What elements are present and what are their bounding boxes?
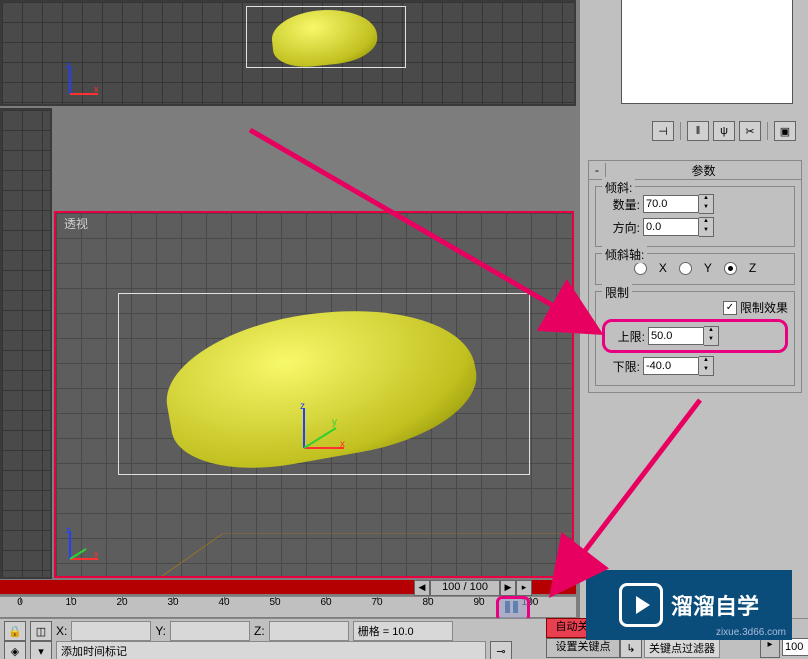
lower-input[interactable] (643, 357, 699, 375)
ruler-tick: 20 (107, 597, 137, 617)
coord-y-field[interactable] (170, 621, 250, 641)
dir-spinner[interactable]: ▲▼ (699, 217, 714, 237)
upper-spinner[interactable]: ▲▼ (704, 326, 719, 346)
coord-x-label: X: (56, 624, 67, 638)
watermark-url: zixue.3d66.com (716, 627, 786, 638)
ruler-tick: 70 (362, 597, 392, 617)
group-limit: 限制 ✓ 限制效果 上限: ▲▼ 下限: ▲▼ (595, 291, 795, 386)
upper-label: 上限: (607, 328, 645, 345)
coord-y-label: Y: (155, 624, 166, 638)
frame-counter: 100 / 100 (430, 580, 500, 596)
group-tilt: 倾斜: 数量: ▲▼ 方向: ▲▼ (595, 186, 795, 247)
tag-icon[interactable]: ◈ (4, 641, 26, 659)
lower-label: 下限: (602, 358, 640, 375)
axis-y-label: Y (704, 261, 712, 275)
svg-text:y: y (332, 417, 337, 428)
dir-input[interactable] (643, 218, 699, 236)
ruler-tick: 40 (209, 597, 239, 617)
set-key-button[interactable]: 设置关键点 (546, 638, 620, 658)
scroll-end-icon[interactable]: ▸ (516, 580, 532, 596)
material-preview[interactable] (621, 0, 793, 104)
svg-text:x: x (94, 84, 99, 94)
viewport-label: 透视 (64, 215, 88, 232)
key-filter-button[interactable]: 关键点过滤器 (644, 638, 720, 658)
frame-input[interactable] (782, 638, 808, 656)
key-mode-icon[interactable]: ↳ (620, 638, 642, 658)
goto-icon[interactable]: ▸ (760, 638, 780, 658)
axis-z-label: Z (749, 261, 756, 275)
pause-icon[interactable]: ‖ (687, 121, 709, 141)
cube-icon[interactable]: ◫ (30, 621, 52, 641)
svg-text:x: x (94, 549, 99, 559)
ruler-tick: 50 (260, 597, 290, 617)
axis-x-label: X (659, 261, 667, 275)
pin-icon[interactable]: ⊣ (652, 121, 674, 141)
axis-gizmo-top: zx (64, 60, 104, 103)
watermark-text: 溜溜自学 (671, 589, 759, 621)
timeline-ruler[interactable]: 0102030405060708090100 (0, 596, 576, 617)
svg-text:z: z (66, 60, 71, 70)
watermark-play-icon (619, 583, 663, 627)
viewport-perspective[interactable]: 透视 z x y zx (54, 211, 574, 578)
upper-input[interactable] (648, 327, 704, 345)
rollout-collapse-icon[interactable]: - (589, 163, 606, 177)
group-axis-label: 倾斜轴: (602, 246, 647, 263)
svg-text:z: z (300, 403, 305, 412)
command-panel: ⊣ ‖ ψ ✂ ▣ - 参数 倾斜: 数量: ▲▼ 方向: ▲▼ (580, 0, 808, 659)
rollout-title: 参数 (606, 162, 801, 179)
ruler-tick: 0 (5, 597, 35, 617)
dir-label: 方向: (602, 219, 640, 236)
axis-gizmo-corner: zx (64, 525, 104, 568)
qty-label: 数量: (602, 196, 640, 213)
group-axis: 倾斜轴: X Y Z (595, 253, 795, 285)
ruler-tick: 80 (413, 597, 443, 617)
group-limit-label: 限制 (602, 284, 632, 301)
grid-readout: 栅格 = 10.0 (353, 621, 453, 641)
lower-spinner[interactable]: ▲▼ (699, 356, 714, 376)
watermark: 溜溜自学 zixue.3d66.com (586, 570, 792, 640)
svg-text:z: z (66, 525, 71, 535)
axis-z-radio[interactable] (724, 262, 737, 275)
limit-effect-label: 限制效果 (740, 299, 788, 316)
scissors-icon[interactable]: ✂ (739, 121, 761, 141)
rollout-params: - 参数 倾斜: 数量: ▲▼ 方向: ▲▼ 倾斜轴: X Y Z (588, 160, 802, 393)
qty-input[interactable] (643, 195, 699, 213)
move-gizmo[interactable]: z x y (296, 403, 356, 463)
ruler-tick: 60 (311, 597, 341, 617)
scroll-right-icon[interactable]: ▶ (500, 580, 516, 596)
axis-x-radio[interactable] (634, 262, 647, 275)
coord-x-field[interactable] (71, 621, 151, 641)
ruler-tick: 30 (158, 597, 188, 617)
ruler-tick: 90 (464, 597, 494, 617)
lock-icon[interactable]: 🔒 (4, 621, 26, 641)
limit-effect-checkbox[interactable]: ✓ (723, 301, 737, 315)
viewport-top[interactable]: zx (0, 0, 576, 106)
scroll-left-icon[interactable]: ◀ (414, 580, 430, 596)
key-icon[interactable]: ⊸ (490, 641, 512, 659)
qty-spinner[interactable]: ▲▼ (699, 194, 714, 214)
fork-icon[interactable]: ψ (713, 121, 735, 141)
window-icon[interactable]: ▣ (774, 121, 796, 141)
axis-y-radio[interactable] (679, 262, 692, 275)
viewport-left[interactable] (0, 108, 52, 579)
coord-z-field[interactable] (269, 621, 349, 641)
add-time-marker[interactable]: 添加时间标记 (56, 641, 486, 659)
coord-z-label: Z: (254, 624, 265, 638)
upper-limit-highlight: 上限: ▲▼ (602, 319, 788, 353)
ruler-tick: 10 (56, 597, 86, 617)
group-tilt-label: 倾斜: (602, 179, 635, 196)
svg-text:x: x (340, 439, 345, 450)
dropdown-icon[interactable]: ▾ (30, 641, 52, 659)
